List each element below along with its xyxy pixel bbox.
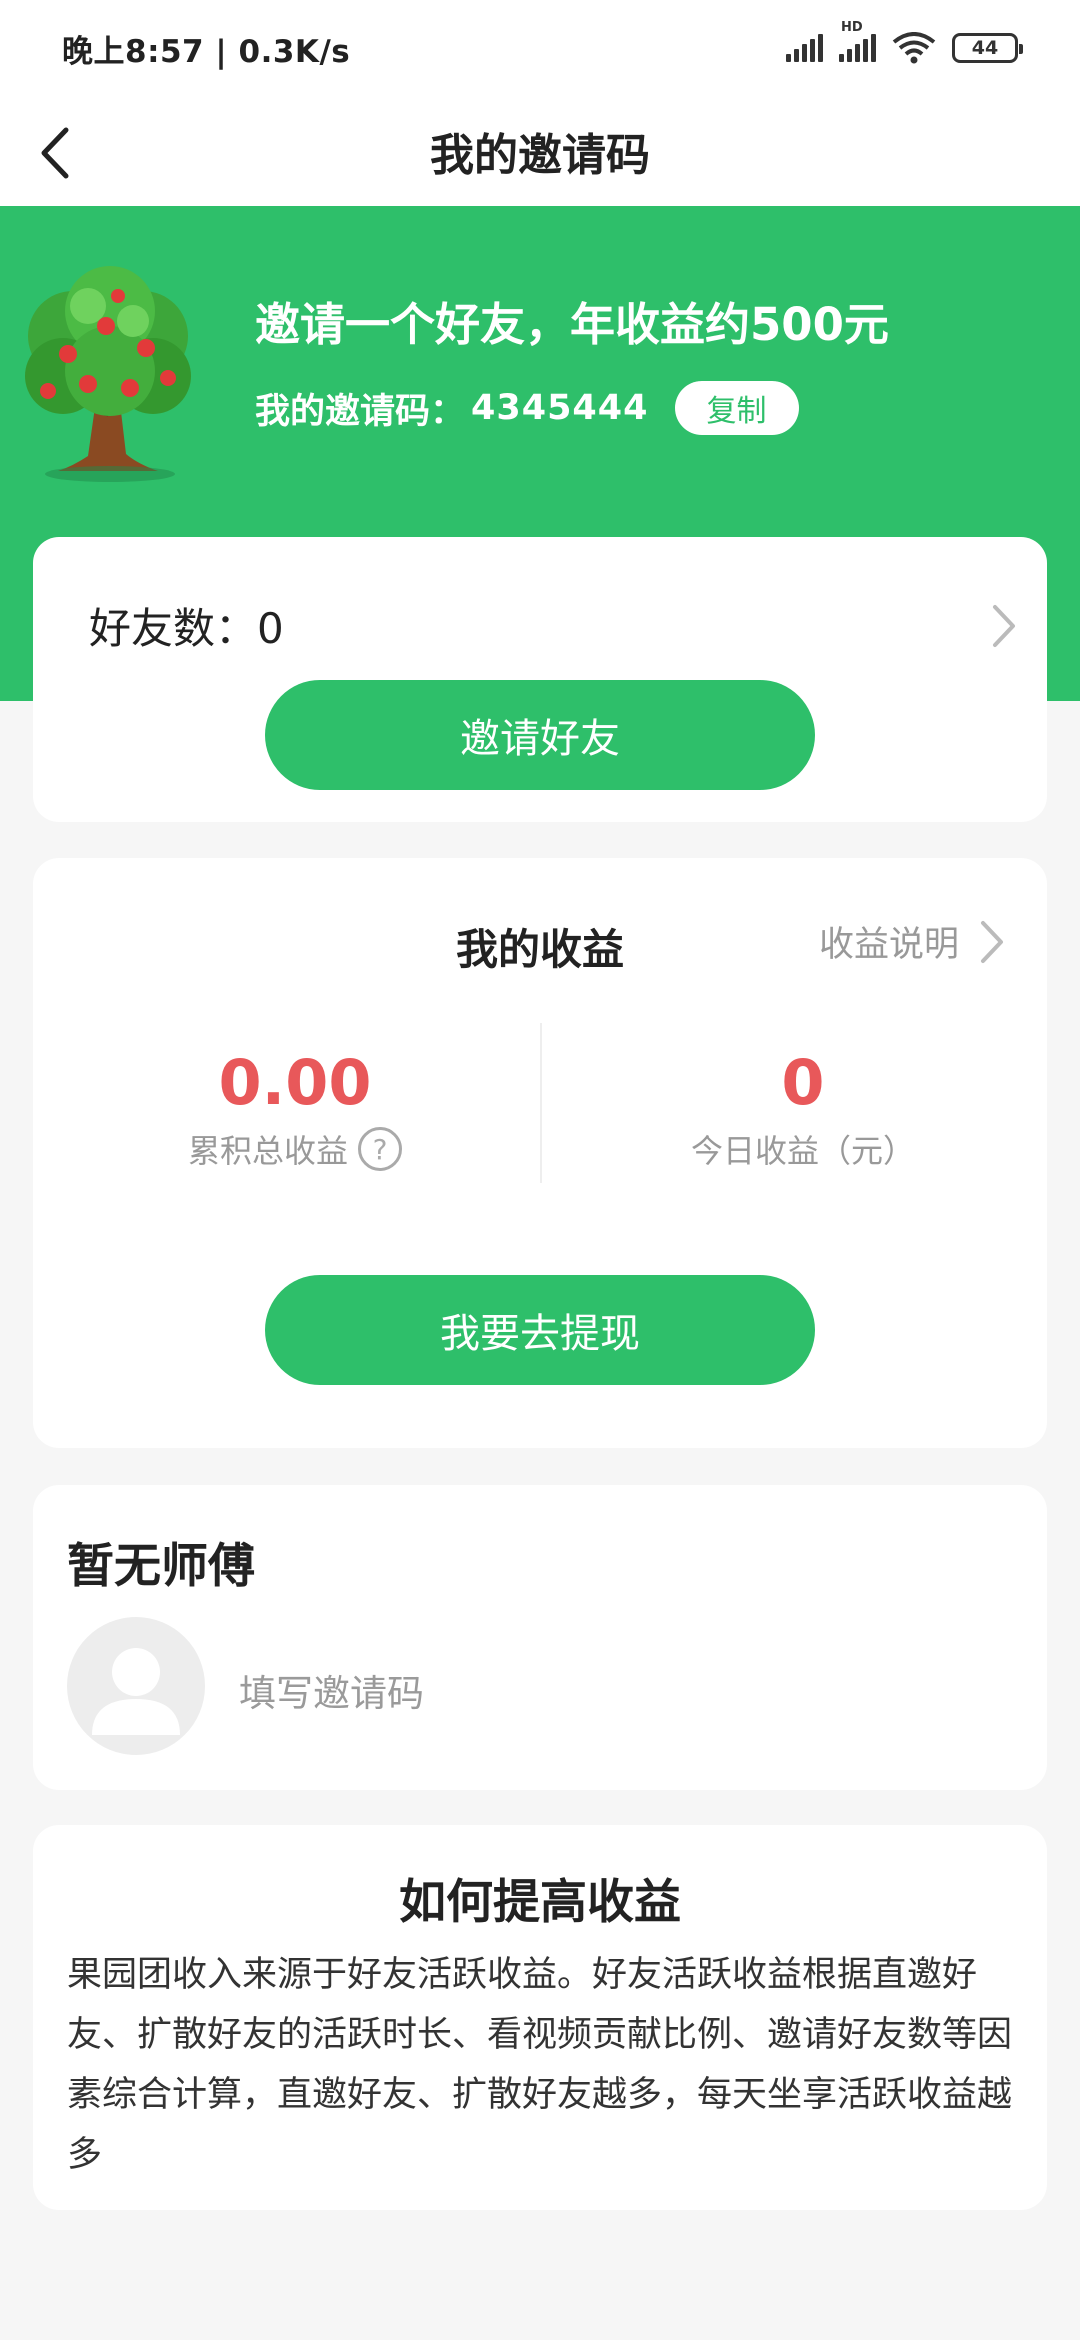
today-earnings-value: 0 bbox=[781, 1046, 825, 1119]
master-title: 暂无师傅 bbox=[67, 1539, 255, 1594]
earnings-explain-link[interactable]: 收益说明 bbox=[819, 916, 1007, 967]
page-title: 我的邀请码 bbox=[430, 130, 650, 181]
signal-icon bbox=[786, 34, 823, 62]
page-header: 我的邀请码 bbox=[0, 96, 1080, 206]
chevron-right-icon bbox=[981, 920, 1003, 963]
battery-level: 44 bbox=[971, 37, 999, 59]
banner-headline: 邀请一个好友，年收益约500元 bbox=[255, 298, 889, 351]
invite-code-label: 我的邀请码： bbox=[255, 391, 466, 432]
earnings-explain-label: 收益说明 bbox=[818, 925, 959, 965]
earnings-divider bbox=[540, 1023, 542, 1183]
status-icons: HD 44 bbox=[786, 20, 1023, 64]
today-earnings-label-row: 今日收益（元） bbox=[563, 1126, 1043, 1172]
back-arrow-icon bbox=[41, 127, 69, 179]
back-button[interactable] bbox=[20, 118, 90, 188]
total-earnings-label: 累积总收益 bbox=[187, 1132, 348, 1170]
tips-title: 如何提高收益 bbox=[399, 1875, 681, 1930]
today-earnings-label: 今日收益（元） bbox=[690, 1132, 915, 1170]
invite-friend-button[interactable]: 邀请好友 bbox=[265, 680, 815, 790]
invite-code-value: 4345444 bbox=[471, 388, 649, 428]
battery-icon: 44 bbox=[952, 33, 1023, 63]
status-bar: 晚上8:57 | 0.3K/s HD 44 bbox=[0, 0, 1080, 96]
total-earnings-label-row: 累积总收益 ? bbox=[55, 1126, 535, 1172]
tips-card: 如何提高收益 果园团收入来源于好友活跃收益。好友活跃收益根据直邀好友、扩散好友的… bbox=[33, 1825, 1047, 2210]
hd-label: HD bbox=[841, 20, 863, 35]
earnings-card: 我的收益 收益说明 0.00 累积总收益 ? 0 今日收益（元） 我要去提现 bbox=[33, 858, 1047, 1448]
invite-code-row: 我的邀请码： 4345444 复制 bbox=[255, 381, 799, 435]
total-earnings: 0.00 累积总收益 ? bbox=[55, 1048, 535, 1172]
copy-button[interactable]: 复制 bbox=[674, 381, 799, 435]
withdraw-button[interactable]: 我要去提现 bbox=[265, 1275, 815, 1385]
total-earnings-value: 0.00 bbox=[218, 1046, 372, 1119]
help-icon[interactable]: ? bbox=[358, 1127, 402, 1171]
avatar bbox=[67, 1617, 205, 1755]
fill-invite-code-link[interactable]: 填写邀请码 bbox=[239, 1663, 424, 1717]
status-time-speed: 晚上8:57 | 0.3K/s bbox=[62, 33, 351, 70]
tips-body: 果园团收入来源于好友活跃收益。好友活跃收益根据直邀好友、扩散好友的活跃时长、看视… bbox=[67, 1955, 1013, 2175]
friends-card: 好友数：0 邀请好友 bbox=[33, 537, 1047, 822]
chevron-right-icon bbox=[993, 604, 1015, 647]
today-earnings: 0 今日收益（元） bbox=[563, 1048, 1043, 1172]
user-placeholder-icon bbox=[92, 1648, 180, 1735]
friends-count: 好友数：0 bbox=[89, 604, 284, 653]
wifi-icon bbox=[892, 32, 936, 64]
friends-count-row[interactable]: 好友数：0 bbox=[89, 595, 1019, 656]
master-card: 暂无师傅 填写邀请码 bbox=[33, 1485, 1047, 1790]
signal-hd-icon: HD bbox=[839, 20, 876, 62]
apple-tree-icon bbox=[25, 266, 191, 482]
